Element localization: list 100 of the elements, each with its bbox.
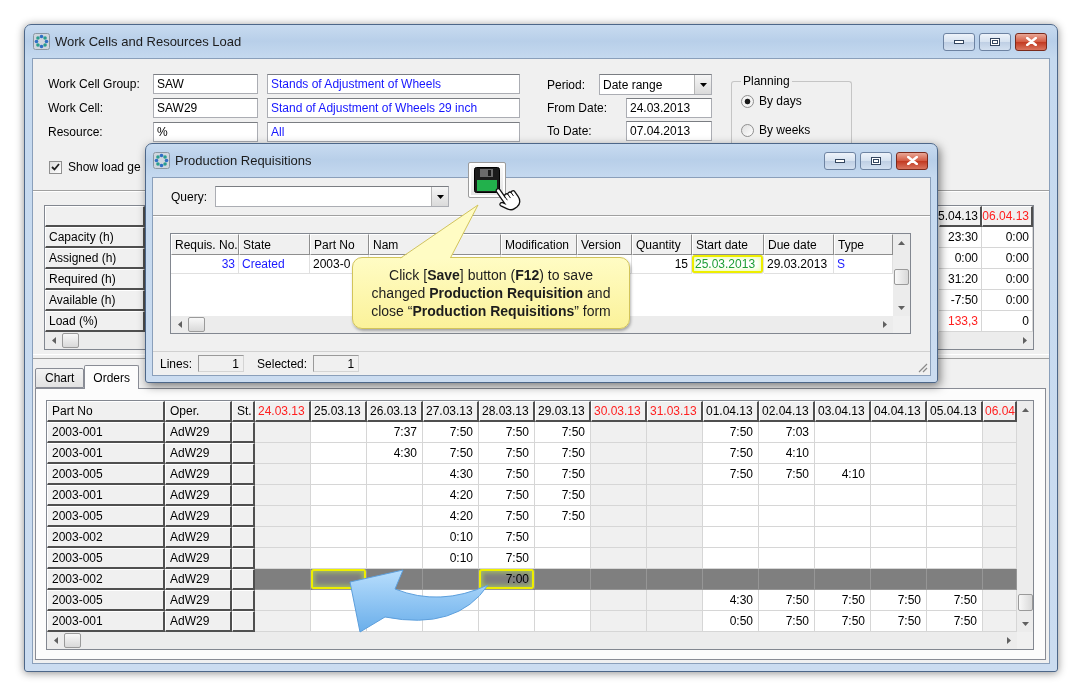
checkbox[interactable] xyxy=(49,160,62,174)
maximize-button[interactable] xyxy=(979,32,1011,51)
table-row[interactable]: 2003-002 AdW29 7:00 xyxy=(47,569,1017,590)
horizontal-scrollbar[interactable] xyxy=(47,632,1017,649)
column-header: Quantity xyxy=(632,234,692,255)
up-arrow-icon[interactable] xyxy=(1021,407,1029,412)
column-header: 5.04.13 xyxy=(939,206,982,227)
table-row[interactable]: 2003-005 AdW29 4:30 7:50 7:50 7:50 7:50 4:10 xyxy=(47,464,1017,485)
close-button[interactable] xyxy=(896,151,928,170)
left-arrow-icon[interactable] xyxy=(53,637,58,644)
table-cell xyxy=(232,548,255,569)
close-icon xyxy=(1025,37,1037,46)
row-header: Capacity (h) xyxy=(45,227,145,248)
table-cell: 7:50 xyxy=(479,548,535,569)
table-row[interactable]: 2003-005 AdW29 4:20 7:50 7:50 xyxy=(47,506,1017,527)
minimize-button[interactable] xyxy=(943,32,975,51)
down-arrow-icon[interactable] xyxy=(898,305,905,310)
dotted-ring-icon xyxy=(33,33,50,50)
table-row[interactable]: 2003-002 AdW29 0:10 7:50 xyxy=(47,527,1017,548)
table-cell: 33 xyxy=(171,255,239,274)
scrollbar-thumb[interactable] xyxy=(894,269,909,285)
dotted-ring-icon xyxy=(153,152,170,169)
column-header: 02.04.13 xyxy=(759,401,815,422)
caret-icon xyxy=(699,82,707,87)
vertical-scrollbar[interactable] xyxy=(1017,401,1033,632)
maximize-icon xyxy=(990,37,1000,46)
right-arrow-icon[interactable] xyxy=(1022,337,1027,344)
resize-grip-icon[interactable] xyxy=(917,362,928,373)
table-cell: 31:20 xyxy=(939,269,982,290)
table-cell: 2003-001 xyxy=(47,485,165,506)
date-field[interactable]: 07.04.2013 xyxy=(626,121,712,141)
table-cell: 0:00 xyxy=(982,290,1033,311)
code-field[interactable]: SAW xyxy=(153,74,258,94)
table-cell: 2003-001 xyxy=(47,611,165,632)
table-cell xyxy=(232,443,255,464)
column-header: 04.04.13 xyxy=(871,401,927,422)
table-cell: AdW29 xyxy=(165,506,232,527)
scrollbar-thumb[interactable] xyxy=(62,333,79,348)
table-cell: 0:00 xyxy=(982,227,1033,248)
close-button[interactable] xyxy=(1015,32,1047,51)
vertical-scrollbar[interactable] xyxy=(893,234,910,316)
minimize-icon xyxy=(835,158,845,163)
row-header: Assigned (h) xyxy=(45,248,145,269)
period-dropdown[interactable]: Date range xyxy=(599,74,712,95)
query-dropdown[interactable] xyxy=(215,186,449,207)
radio-button[interactable] xyxy=(741,123,754,137)
table-row[interactable]: 2003-001 AdW29 4:30 7:50 7:50 7:50 7:50 4:10 xyxy=(47,443,1017,464)
table-row[interactable]: 2003-005 AdW29 0:10 7:50 xyxy=(47,548,1017,569)
right-arrow-icon[interactable] xyxy=(882,321,887,328)
scrollbar-corner xyxy=(1017,632,1033,649)
column-header: Oper. xyxy=(165,401,232,422)
group-title: Planning xyxy=(742,74,791,88)
column-header: 26.03.13 xyxy=(367,401,423,422)
table-cell: Created xyxy=(239,255,310,274)
table-row[interactable]: 2003-001 AdW29 7:37 7:50 7:50 7:50 7:50 7:03 xyxy=(47,422,1017,443)
scrollbar-thumb[interactable] xyxy=(188,317,205,332)
table-cell xyxy=(232,422,255,443)
column-header: 29.03.13 xyxy=(535,401,591,422)
description-field[interactable]: All xyxy=(267,122,520,142)
table-cell: AdW29 xyxy=(165,485,232,506)
code-field[interactable]: % xyxy=(153,122,258,142)
table-cell: AdW29 xyxy=(165,422,232,443)
table-cell xyxy=(232,506,255,527)
down-arrow-icon[interactable] xyxy=(1021,621,1029,626)
table-cell: 0:00 xyxy=(982,269,1033,290)
date-field[interactable]: 24.03.2013 xyxy=(626,98,712,118)
table-row[interactable]: 2003-001 AdW29 4:20 7:50 7:50 xyxy=(47,485,1017,506)
column-header: 01.04.13 xyxy=(703,401,759,422)
column-header: 31.03.13 xyxy=(647,401,703,422)
tab[interactable]: Chart xyxy=(35,368,85,388)
checkbox-label: Show load ge xyxy=(68,160,141,174)
description-field[interactable]: Stand of Adjustment of Wheels 29 inch xyxy=(267,98,520,118)
table-cell: 2003-005 xyxy=(47,506,165,527)
table-cell xyxy=(232,590,255,611)
table-cell: 0:00 xyxy=(982,248,1033,269)
minimize-icon xyxy=(954,39,964,44)
scrollbar-thumb[interactable] xyxy=(64,633,81,648)
field-label: To Date: xyxy=(547,124,592,138)
table-row[interactable]: 2003-001 AdW29 0:50 7:50 7:50 7:50 7:50 xyxy=(47,611,1017,632)
table-cell: AdW29 xyxy=(165,527,232,548)
field-label: Period: xyxy=(547,77,586,92)
code-field[interactable]: SAW29 xyxy=(153,98,258,118)
field-label: Query: xyxy=(171,189,207,204)
right-arrow-icon[interactable] xyxy=(1006,637,1011,644)
radio-button[interactable] xyxy=(741,94,754,108)
description-field[interactable]: Stands of Adjustment of Wheels xyxy=(267,74,520,94)
column-header: 25.03.13 xyxy=(311,401,367,422)
scrollbar-thumb[interactable] xyxy=(1017,594,1033,611)
table-cell: AdW29 xyxy=(165,464,232,485)
field-label: Work Cell: xyxy=(48,101,104,115)
tab[interactable]: Orders xyxy=(84,365,140,389)
table-cell xyxy=(232,611,255,632)
maximize-button[interactable] xyxy=(860,151,892,170)
up-arrow-icon[interactable] xyxy=(898,240,905,245)
minimize-button[interactable] xyxy=(824,151,856,170)
column-header: 06.04.13 xyxy=(982,206,1033,227)
left-arrow-icon[interactable] xyxy=(51,337,56,344)
table-cell: 29.03.2013 xyxy=(764,255,834,274)
save-button[interactable] xyxy=(468,162,506,198)
left-arrow-icon[interactable] xyxy=(177,321,182,328)
